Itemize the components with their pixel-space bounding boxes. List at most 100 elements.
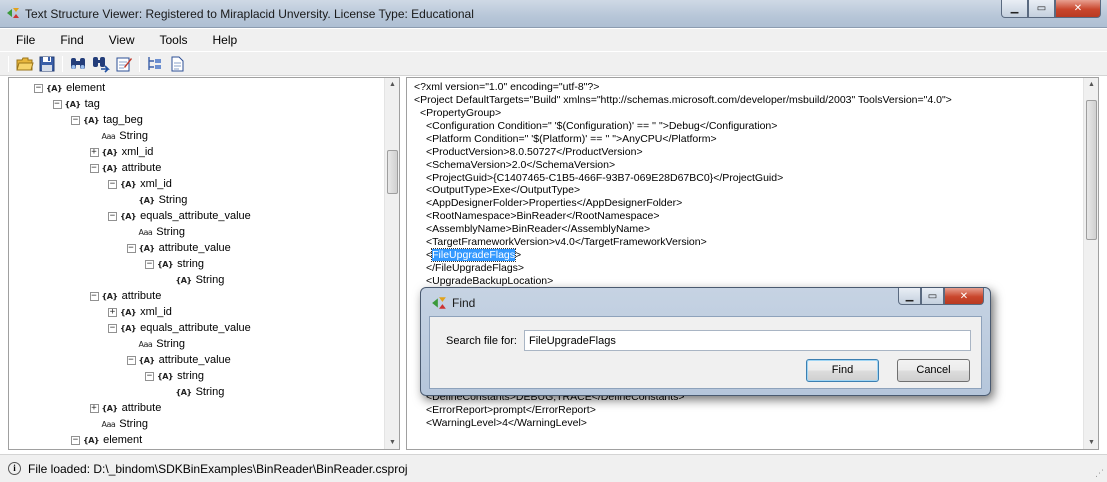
search-input[interactable] <box>524 330 971 351</box>
tree-node[interactable]: − {A} string <box>145 368 204 384</box>
tree-node[interactable]: − {A} element <box>34 80 105 96</box>
xml-line: <AppDesignerFolder>Properties</AppDesign… <box>426 197 682 210</box>
tree-node[interactable]: − {A} attribute_value <box>126 352 231 368</box>
xml-text: <AssemblyName>BinReader</AssemblyName> <box>426 223 651 236</box>
tree-node[interactable]: Aaa String <box>127 336 186 352</box>
expand-icon[interactable]: + <box>108 307 117 317</box>
xml-line: <FileUpgradeFlags> <box>426 248 521 263</box>
string-node-icon: Aaa <box>101 131 116 141</box>
window-title: Text Structure Viewer: Registered to Mir… <box>25 7 474 21</box>
xml-text: <ProjectGuid>{C1407465-C1B5-466F-93B7-06… <box>426 171 784 184</box>
collapse-icon[interactable]: − <box>34 83 43 93</box>
tree-node[interactable]: − {A} xml_id <box>108 176 172 192</box>
toolbar-separator <box>62 56 63 72</box>
collapse-icon[interactable]: − <box>145 371 154 381</box>
tree-node[interactable]: + {A} attribute <box>89 400 161 416</box>
tree-node-label: equals_attribute_value <box>140 322 251 334</box>
tree-node-label: attribute_value <box>158 242 231 254</box>
tree-node[interactable]: − {A} attribute <box>89 288 162 304</box>
tree-node[interactable]: {A} String <box>164 384 225 400</box>
xml-line: <?xml version="1.0" encoding="utf-8"?> <box>414 81 599 94</box>
tree-node[interactable]: − {A} tag_beg <box>71 112 143 128</box>
xml-scrollbar[interactable]: ▲ ▼ <box>1083 78 1098 449</box>
collapse-icon[interactable]: − <box>71 435 80 445</box>
tree-node-label: attribute <box>121 290 162 302</box>
dialog-close-button[interactable]: ✕ <box>944 288 984 305</box>
tree-node[interactable]: − {A} equals_attribute_value <box>108 320 251 336</box>
scroll-down-arrow-icon[interactable]: ▼ <box>388 439 397 446</box>
tree-scroll-thumb[interactable] <box>387 150 398 194</box>
tree-node[interactable]: − {A} attribute_value <box>126 240 231 256</box>
collapse-icon[interactable]: − <box>108 323 117 333</box>
menu-find[interactable]: Find <box>56 31 87 49</box>
element-node-icon: {A} <box>120 179 137 189</box>
document-view-icon[interactable] <box>168 55 186 73</box>
collapse-icon[interactable]: − <box>89 163 99 173</box>
toolbar-separator <box>139 56 140 72</box>
tree-node[interactable]: {A} String <box>127 192 188 208</box>
tree-node[interactable]: − {A} equals_attribute_value <box>108 208 251 224</box>
menu-view[interactable]: View <box>105 31 139 49</box>
find-button[interactable]: Find <box>806 359 879 382</box>
tree-node[interactable]: Aaa String <box>90 416 149 432</box>
tree-node[interactable]: − {A} tag <box>52 96 100 112</box>
scroll-down-arrow-icon[interactable]: ▼ <box>1087 439 1096 446</box>
tree-node[interactable]: − {A} attribute <box>89 160 161 176</box>
xml-text: <WarningLevel>4</WarningLevel> <box>426 417 587 430</box>
element-node-icon: {A} <box>157 259 174 269</box>
tree-node[interactable]: {A} String <box>164 272 225 288</box>
save-icon[interactable] <box>38 55 56 73</box>
collapse-icon[interactable]: − <box>52 99 62 109</box>
collapse-icon[interactable]: − <box>126 355 136 365</box>
cancel-button[interactable]: Cancel <box>897 359 970 382</box>
scroll-up-arrow-icon[interactable]: ▲ <box>388 81 397 88</box>
close-button[interactable]: ✕ <box>1055 0 1101 18</box>
element-node-icon: {A} <box>46 83 63 93</box>
edit-icon[interactable] <box>115 55 133 73</box>
minimize-icon: ▁ <box>905 290 914 302</box>
tree-view-icon[interactable] <box>146 55 164 73</box>
tree-node[interactable]: Aaa String <box>127 224 186 240</box>
open-folder-icon[interactable] <box>16 55 34 73</box>
expand-icon[interactable]: + <box>89 403 99 413</box>
menu-tools[interactable]: Tools <box>155 31 191 49</box>
find-next-icon[interactable] <box>92 55 110 73</box>
tree-node[interactable]: + {A} xml_id <box>108 304 172 320</box>
menu-help[interactable]: Help <box>209 31 242 49</box>
collapse-icon[interactable]: − <box>126 243 136 253</box>
string-node-icon: Aaa <box>138 339 153 349</box>
scroll-up-arrow-icon[interactable]: ▲ <box>1087 81 1096 88</box>
tree-scrollbar[interactable]: ▲ ▼ <box>384 78 399 449</box>
menu-file[interactable]: File <box>12 31 39 49</box>
tree-node-label: tag <box>84 98 100 110</box>
tree-node[interactable]: Aaa String <box>90 128 149 144</box>
xml-text: <Project DefaultTargets="Build" xmlns="h… <box>414 93 952 106</box>
xml-line: <OutputType>Exe</OutputType> <box>426 184 580 197</box>
minimize-button[interactable]: ▁ <box>1001 0 1028 18</box>
tree-node[interactable]: + {A} xml_id <box>89 144 153 160</box>
element-node-icon: {A} <box>101 163 119 173</box>
minimize-icon: ▁ <box>1010 3 1019 14</box>
find-icon[interactable] <box>69 55 87 73</box>
resize-grip-icon[interactable]: ⋰ <box>1095 468 1104 479</box>
info-icon: i <box>8 462 21 475</box>
xml-line: <AssemblyName>BinReader</AssemblyName> <box>426 223 650 236</box>
xml-scroll-thumb[interactable] <box>1086 100 1097 240</box>
dialog-maximize-button[interactable]: ▭ <box>921 288 944 305</box>
search-label: Search file for: <box>446 335 517 347</box>
search-match-highlight: FileUpgradeFlags <box>431 248 517 263</box>
maximize-button[interactable]: ▭ <box>1028 0 1055 18</box>
collapse-icon[interactable]: − <box>108 211 117 221</box>
tree-node[interactable]: − {A} element <box>71 432 142 448</box>
tree-node[interactable]: − {A} string <box>145 256 204 272</box>
dialog-minimize-button[interactable]: ▁ <box>898 288 921 305</box>
app-logo-icon <box>432 297 446 309</box>
collapse-icon[interactable]: − <box>145 259 154 269</box>
collapse-icon[interactable]: − <box>89 291 99 301</box>
xml-text: <UpgradeBackupLocation> <box>426 274 554 287</box>
collapse-icon[interactable]: − <box>108 179 117 189</box>
structure-tree[interactable]: − {A} element − {A} tag − {A} tag_beg Aaa String +{… <box>8 77 400 450</box>
tree-node-label: attribute_value <box>158 354 231 366</box>
expand-icon[interactable]: + <box>89 147 99 157</box>
collapse-icon[interactable]: − <box>71 115 80 125</box>
